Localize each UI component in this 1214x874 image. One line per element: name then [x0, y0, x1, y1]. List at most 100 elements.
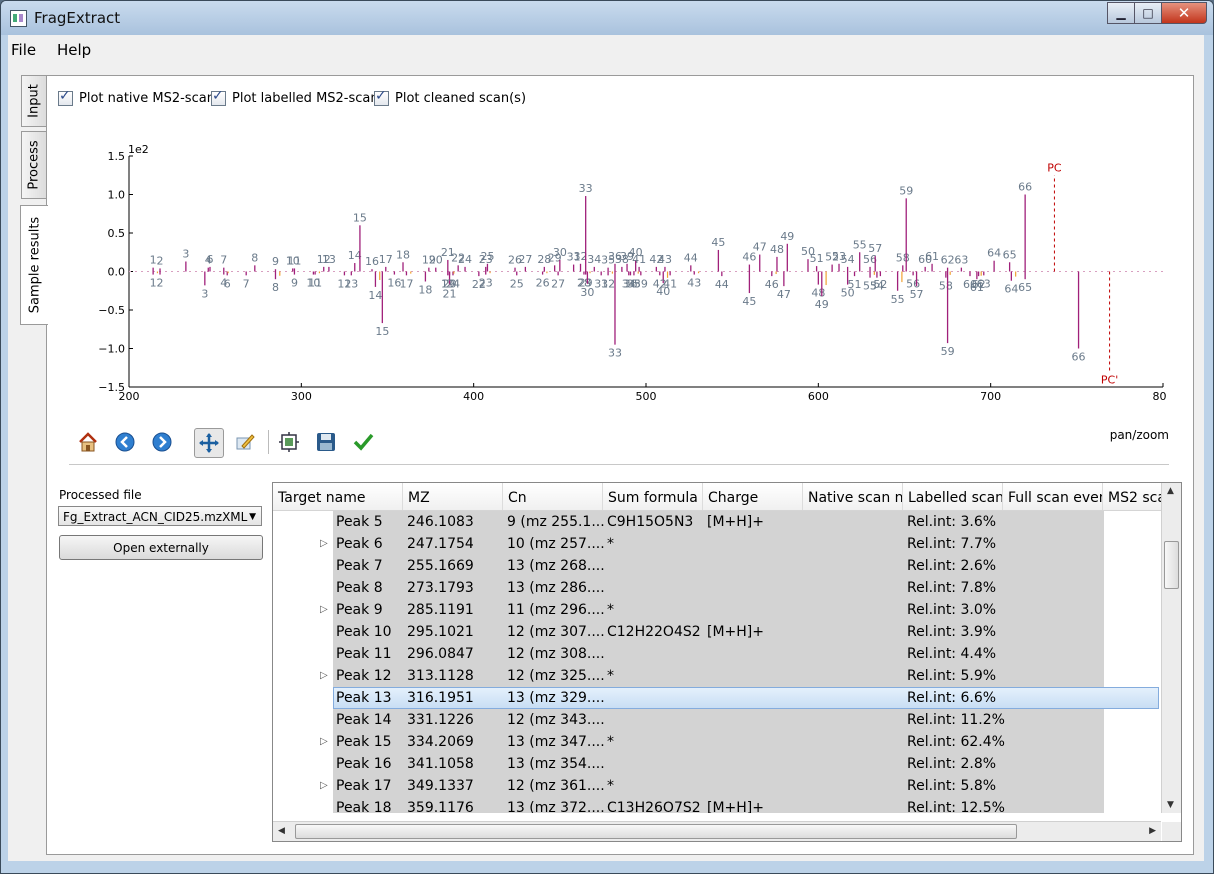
expand-arrow-icon[interactable]: ▷ — [320, 665, 328, 687]
labelled-scan-cell: Rel.int: 12.5% — [907, 800, 1005, 813]
scroll-down-icon[interactable]: ▼ — [1167, 800, 1174, 810]
x-tick-label: 700 — [980, 390, 1001, 403]
title-bar[interactable]: FragExtract ▁ □ ✕ — [1, 1, 1213, 35]
native-peak-label: 15 — [353, 211, 367, 224]
scroll-right-icon[interactable]: ▶ — [1149, 826, 1156, 836]
close-button[interactable]: ✕ — [1161, 2, 1207, 24]
processed-file-select[interactable]: Fg_Extract_ACN_CID25.mzXML ▼ — [58, 506, 262, 526]
table-row[interactable]: Peak 13 316.1951 13 (mz 329.... Rel.int: 6.… — [273, 687, 1161, 709]
column-header[interactable]: Full scan even — [1003, 483, 1103, 510]
labelled-peak-label: 25 — [510, 277, 524, 290]
column-header[interactable]: Target name — [273, 483, 403, 510]
table-header: Target name MZ Cn Sum formula Charge Native s… — [273, 483, 1163, 511]
column-header[interactable]: Sum formula — [603, 483, 703, 510]
cn-cell: 10 (mz 257.... — [507, 536, 605, 552]
labelled-peak-label: 32 — [601, 277, 615, 290]
native-peak-label: 41 — [632, 253, 646, 266]
table-row[interactable]: Peak 10 295.1021 12 (mz 307.... C12H22O4S2 [… — [273, 621, 1161, 643]
table-row[interactable]: ▷ Peak 17 349.1337 12 (mz 361.... * Rel.int: … — [273, 775, 1161, 797]
labelled-peak-label: 45 — [742, 295, 756, 308]
mz-cell: 295.1021 — [407, 624, 474, 640]
native-peak-label: 25 — [480, 250, 494, 263]
tab-process[interactable]: Process — [21, 131, 46, 199]
minimize-button[interactable]: ▁ — [1107, 2, 1135, 24]
tab-sample-results[interactable]: Sample results — [20, 205, 48, 325]
open-externally-button[interactable]: Open externally — [59, 535, 263, 560]
save-icon[interactable] — [312, 428, 340, 456]
column-header[interactable]: Cn — [503, 483, 603, 510]
cn-cell: 13 (mz 372.... — [507, 800, 605, 813]
table-row[interactable]: Peak 18 359.1176 13 (mz 372.... C13H26O7S2 [… — [273, 797, 1161, 813]
expand-arrow-icon[interactable]: ▷ — [320, 731, 328, 753]
y-tick-label: 1.0 — [108, 189, 126, 202]
column-header[interactable]: Native scan nu — [803, 483, 903, 510]
table-row[interactable]: Peak 11 296.0847 12 (mz 308.... Rel.int: 4.… — [273, 643, 1161, 665]
native-peak-label: 54 — [841, 253, 855, 266]
checkbox-plot-labelled[interactable]: Plot labelled MS2-scan — [211, 88, 379, 106]
configure-subplots-icon[interactable] — [275, 428, 303, 456]
checkbox-plot-native[interactable]: Plot native MS2-scan — [58, 88, 215, 106]
labelled-scan-cell: Rel.int: 11.2% — [907, 712, 1005, 728]
tab-input[interactable]: Input — [21, 75, 46, 127]
table-row[interactable]: ▷ Peak 9 285.1191 11 (mz 296.... * Rel.int: 3… — [273, 599, 1161, 621]
vertical-scroll-thumb[interactable] — [1164, 541, 1179, 589]
checkbox-labelled-box[interactable] — [211, 88, 226, 106]
edit-icon[interactable] — [231, 428, 259, 456]
ms2-spectrum-plot[interactable]: 1e21.51.00.50.0−0.5−1.0−1.5200 300 400 500 6… — [87, 126, 1167, 411]
home-icon[interactable] — [74, 428, 102, 456]
mz-cell: 246.1083 — [407, 514, 474, 530]
target-name-cell: Peak 9 — [336, 602, 383, 618]
checkbox-cleaned-box[interactable] — [374, 88, 389, 106]
table-row[interactable]: Peak 5 246.1083 9 (mz 255.1... C9H15O5N3 [M+… — [273, 511, 1161, 533]
native-peak-label: 44 — [684, 251, 698, 264]
native-peak-label: 62 — [941, 254, 955, 267]
maximize-button[interactable]: □ — [1134, 2, 1162, 24]
vertical-scrollbar[interactable]: ▲ ▼ — [1161, 483, 1181, 813]
table-row[interactable]: Peak 7 255.1669 13 (mz 268.... Rel.int: 2.6… — [273, 555, 1161, 577]
column-header[interactable]: MZ — [403, 483, 503, 510]
mz-cell: 341.1058 — [407, 756, 474, 772]
column-header[interactable]: Labelled scan — [903, 483, 1003, 510]
native-peak-label: 47 — [753, 241, 767, 254]
table-row[interactable]: ▷ Peak 12 313.1128 12 (mz 325.... * Rel.int: … — [273, 665, 1161, 687]
native-peak-label: 57 — [868, 242, 882, 255]
scroll-up-icon[interactable]: ▲ — [1167, 486, 1174, 496]
results-table[interactable]: Target name MZ Cn Sum formula Charge Native s… — [272, 482, 1182, 842]
cn-cell: 13 (mz 354.... — [507, 756, 605, 772]
target-name-cell: Peak 6 — [336, 536, 383, 552]
table-row[interactable]: ▷ Peak 15 334.2069 13 (mz 347.... * Rel.int: … — [273, 731, 1161, 753]
expand-arrow-icon[interactable]: ▷ — [320, 599, 328, 621]
column-header[interactable]: Charge — [703, 483, 803, 510]
apply-check-icon[interactable] — [349, 428, 377, 456]
horizontal-scroll-thumb[interactable] — [295, 824, 1017, 839]
menu-help[interactable]: Help — [57, 41, 91, 59]
scroll-left-icon[interactable]: ◀ — [278, 826, 285, 836]
table-row[interactable]: Peak 14 331.1226 12 (mz 343.... Rel.int: 11… — [273, 709, 1161, 731]
x-tick-label: 300 — [291, 390, 312, 403]
forward-icon[interactable] — [148, 428, 176, 456]
native-peak-label: 13 — [322, 253, 336, 266]
labelled-scan-cell: Rel.int: 5.9% — [907, 668, 997, 684]
menu-file[interactable]: File — [11, 41, 36, 59]
back-icon[interactable] — [111, 428, 139, 456]
charge-cell: [M+H]+ — [707, 514, 764, 530]
labelled-peak-label: 65 — [1018, 281, 1032, 294]
column-header[interactable]: MS2 sca — [1103, 483, 1163, 510]
toolbar-mode-label: pan/zoom — [1109, 428, 1169, 442]
expand-arrow-icon[interactable]: ▷ — [320, 533, 328, 555]
labelled-peak-label: 2 — [157, 277, 164, 290]
table-row[interactable]: ▷ Peak 6 247.1754 10 (mz 257.... * Rel.int: 7… — [273, 533, 1161, 555]
native-peak-label: 34 — [587, 253, 601, 266]
horizontal-scrollbar[interactable]: ◀ ▶ — [273, 821, 1161, 841]
chevron-down-icon: ▼ — [249, 512, 256, 522]
table-row[interactable]: Peak 8 273.1793 13 (mz 286.... Rel.int: 7.8… — [273, 577, 1161, 599]
table-row[interactable]: Peak 16 341.1058 13 (mz 354.... Rel.int: 2.… — [273, 753, 1161, 775]
sum-formula-cell: * — [607, 668, 614, 684]
pan-icon[interactable] — [194, 428, 224, 458]
sum-formula-cell: C13H26O7S2 — [607, 800, 701, 813]
expand-arrow-icon[interactable]: ▷ — [320, 775, 328, 797]
checkbox-plot-cleaned[interactable]: Plot cleaned scan(s) — [374, 88, 526, 106]
labelled-peak-label: 27 — [551, 277, 565, 290]
labelled-peak-label: 24 — [446, 277, 460, 290]
checkbox-native-box[interactable] — [58, 88, 73, 106]
